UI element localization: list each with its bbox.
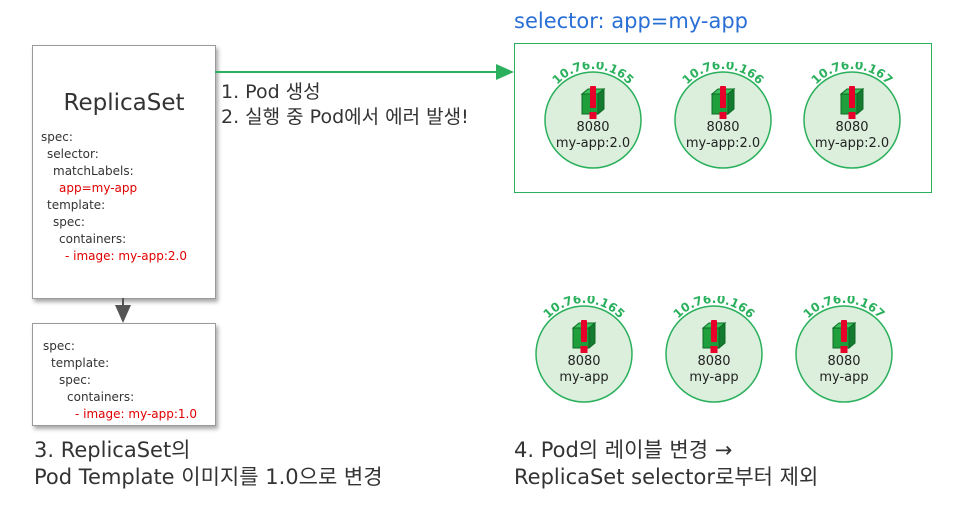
pod: 10.76.0.167 8080 my-app (789, 292, 899, 406)
selector-label: selector: app=my-app (514, 9, 749, 33)
pod-port: 8080 (697, 354, 730, 369)
pod-port: 8080 (827, 354, 860, 369)
caption-left-line-1: 3. ReplicaSet의 (34, 438, 191, 462)
pod: 10.76.0.165 8080 my-app (529, 292, 639, 406)
pod: 10.76.0.166 8080 my-app (659, 292, 769, 406)
caption-left-line-2: Pod Template 이미지를 1.0으로 변경 (34, 465, 383, 489)
pod-port: 8080 (567, 354, 600, 369)
pod-port: 8080 (706, 120, 739, 135)
error-icon (710, 320, 718, 353)
pod-label: my-app:2.0 (686, 136, 760, 151)
pod-label: my-app (819, 370, 868, 385)
pod-label: my-app:2.0 (815, 136, 889, 151)
caption-left: 3. ReplicaSet의 Pod Template 이미지를 1.0으로 변… (34, 437, 383, 491)
annotation-line-1: 1. Pod 생성 (221, 81, 321, 103)
pod-port: 8080 (835, 120, 868, 135)
pod-label: my-app:2.0 (556, 136, 630, 151)
error-icon (580, 320, 588, 353)
annotation-line-2: 2. 실행 중 Pod에서 에러 발생! (221, 106, 469, 128)
pod-label: my-app (559, 370, 608, 385)
caption-right: 4. Pod의 레이블 변경 → ReplicaSet selector로부터 … (514, 437, 818, 491)
pod-label: my-app (689, 370, 738, 385)
pod: 10.76.0.167 8080 my-app:2.0 (797, 58, 907, 172)
error-icon (719, 86, 727, 119)
pod: 10.76.0.166 8080 my-app:2.0 (668, 58, 778, 172)
error-icon (840, 320, 848, 353)
error-icon (848, 86, 856, 119)
pod-port: 8080 (576, 120, 609, 135)
error-icon (589, 86, 597, 119)
caption-right-line-2: ReplicaSet selector로부터 제외 (514, 465, 819, 489)
pod: 10.76.0.165 8080 my-app:2.0 (538, 58, 648, 172)
arrow-annotation: 1. Pod 생성 2. 실행 중 Pod에서 에러 발생! (221, 80, 469, 130)
caption-right-line-1: 4. Pod의 레이블 변경 → (514, 438, 733, 462)
